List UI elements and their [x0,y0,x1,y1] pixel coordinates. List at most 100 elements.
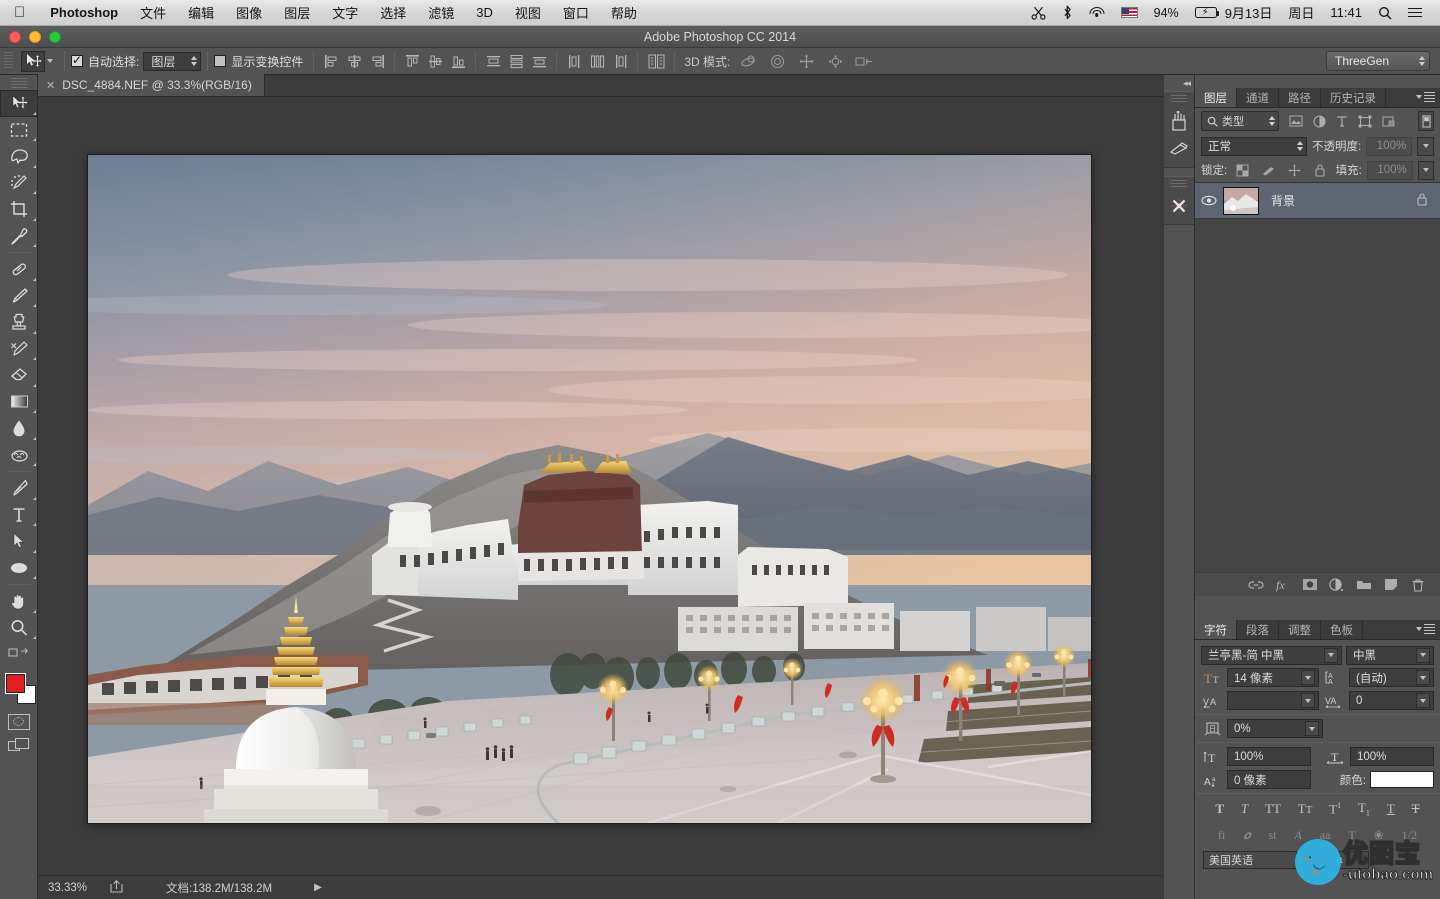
dock-grip[interactable] [1171,180,1187,189]
3d-panel-icon[interactable] [1164,192,1194,220]
history-brush-tool[interactable] [0,336,38,363]
menu-item-type[interactable]: 文字 [321,3,369,22]
lock-transparent-pixels-icon[interactable] [1232,160,1253,180]
quick-mask-icon[interactable] [7,713,30,730]
lock-image-pixels-icon[interactable] [1258,160,1279,180]
menu-item-3d[interactable]: 3D [465,5,504,20]
text-color-swatch[interactable] [1370,771,1434,788]
delete-layer-icon[interactable] [1409,576,1426,593]
workspace-switcher[interactable]: ThreeGen [1326,51,1430,71]
fill-slider-button[interactable] [1417,160,1434,180]
titling-alternates-icon[interactable]: 1/2 [1402,828,1417,843]
eraser-tool[interactable] [0,362,38,389]
menu-item-file[interactable]: 文件 [129,3,177,22]
auto-align-layers-icon[interactable] [644,51,668,72]
align-bottom-edges-icon[interactable] [447,51,469,72]
link-layers-icon[interactable] [1247,576,1264,593]
panel-menu-icon[interactable] [1416,92,1435,103]
zoom-button[interactable] [49,31,61,43]
distribute-horizontal-centers-icon[interactable] [586,51,608,72]
lock-position-icon[interactable] [1284,160,1305,180]
tsume-input[interactable]: 0% [1227,719,1323,738]
filter-smart-object-icon[interactable] [1377,111,1399,131]
filter-type-icon[interactable] [1331,111,1353,131]
leading-input[interactable]: (自动) [1349,668,1434,687]
add-layer-mask-icon[interactable] [1301,576,1318,593]
edit-toolbar-button[interactable] [0,641,38,668]
notification-center-icon[interactable] [1400,7,1430,18]
dodge-tool[interactable] [0,442,38,469]
close-button[interactable] [9,31,21,43]
menu-item-image[interactable]: 图像 [225,3,273,22]
font-size-input[interactable]: 14 像素 [1227,668,1319,687]
all-caps-icon[interactable]: TT [1265,801,1281,817]
distribute-vertical-centers-icon[interactable] [505,51,527,72]
scale-3d-icon[interactable] [853,51,875,72]
brush-tool[interactable] [0,283,38,310]
opacity-slider-button[interactable] [1417,136,1434,156]
stylistic-alternates-icon[interactable]: T [1348,828,1355,843]
roll-3d-icon[interactable] [766,51,788,72]
wifi-icon[interactable] [1081,6,1113,19]
foreground-color-swatch[interactable] [6,673,25,693]
discretionary-ligatures-icon[interactable]: st [1269,828,1277,843]
new-adjustment-layer-icon[interactable] [1328,576,1345,593]
font-family-dropdown[interactable]: 兰亭黑-简 中黑 [1201,645,1342,665]
menu-time[interactable]: 11:41 [1322,5,1370,20]
apple-icon[interactable]:  [0,5,39,20]
share-icon[interactable] [100,879,134,896]
contextual-alternates-icon[interactable]: 𝒐 [1243,828,1250,843]
menu-item-window[interactable]: 窗口 [552,3,600,22]
lasso-tool[interactable] [0,143,38,170]
hand-tool[interactable] [0,588,38,615]
slide-3d-icon[interactable] [824,51,846,72]
filter-shape-icon[interactable] [1354,111,1376,131]
gradient-tool[interactable] [0,389,38,416]
tracking-input[interactable]: 0 [1349,691,1434,710]
align-top-edges-icon[interactable] [401,51,423,72]
distribute-bottom-edges-icon[interactable] [528,51,550,72]
align-right-edges-icon[interactable] [366,51,388,72]
new-layer-icon[interactable] [1382,576,1399,593]
opacity-value[interactable]: 100% [1366,136,1413,156]
pan-3d-icon[interactable] [795,51,817,72]
document-image[interactable] [88,155,1091,823]
fill-value[interactable]: 100% [1366,160,1413,180]
quick-selection-tool[interactable] [0,170,38,197]
layer-name[interactable]: 背景 [1259,192,1416,209]
standard-ligatures-icon[interactable]: fi [1218,828,1225,843]
battery-percent[interactable]: 94% [1146,6,1187,20]
anti-alias-dropdown[interactable]: ◌a [1303,851,1369,869]
lock-all-icon[interactable] [1310,160,1331,180]
menu-item-help[interactable]: 帮助 [600,3,648,22]
filter-toggle-icon[interactable] [1418,111,1434,131]
type-tool[interactable] [0,502,38,529]
menu-app-name[interactable]: Photoshop [39,5,129,20]
layer-style-fx-icon[interactable]: fx [1274,576,1291,593]
minimize-button[interactable] [29,31,41,43]
faux-italic-icon[interactable]: T [1241,801,1248,817]
rectangular-marquee-tool[interactable] [0,117,38,144]
tab-adjustments[interactable]: 调整 [1279,620,1321,639]
font-style-dropdown[interactable]: 中黑 [1346,645,1434,665]
auto-select-dropdown[interactable]: 图层 [143,51,202,71]
language-dropdown[interactable]: 美国英语 [1203,851,1297,869]
scissors-icon[interactable] [1023,6,1054,20]
align-vertical-centers-icon[interactable] [424,51,446,72]
align-left-edges-icon[interactable] [320,51,342,72]
layer-filter-kind-dropdown[interactable]: 类型 [1201,111,1279,131]
blur-tool[interactable] [0,415,38,442]
us-flag-icon[interactable] [1113,7,1146,18]
spot-healing-brush-tool[interactable] [0,256,38,283]
expand-arrow-icon[interactable]: ▶ [272,882,322,893]
tab-paths[interactable]: 路径 [1279,88,1321,107]
align-horizontal-centers-icon[interactable] [343,51,365,72]
lock-icon[interactable] [1416,192,1440,209]
table-row[interactable]: 背景 [1195,183,1440,219]
pen-tool[interactable] [0,475,38,502]
document-tab[interactable]: ✕ DSC_4884.NEF @ 33.3%(RGB/16) [38,74,265,96]
new-group-icon[interactable] [1355,576,1372,593]
menu-item-select[interactable]: 选择 [369,3,417,22]
clone-stamp-tool[interactable] [0,309,38,336]
tab-swatches[interactable]: 色板 [1321,620,1363,639]
